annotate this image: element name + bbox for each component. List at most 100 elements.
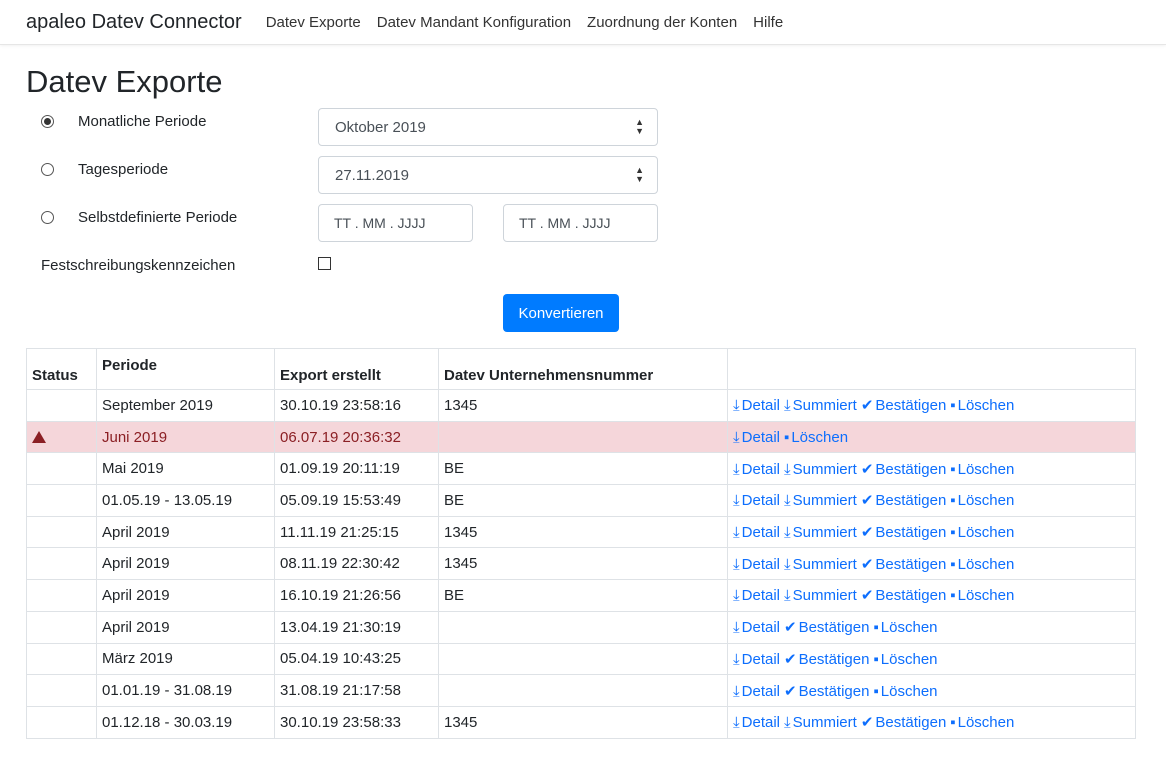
table-row: April 2019 11.11.19 21:25:15 1345 ⤓ Detail ⤓ S… [26, 515, 1136, 549]
detail-link[interactable]: ⤓ Detail [733, 683, 780, 700]
nav-link-datev-exporte[interactable]: Datev Exporte [266, 14, 361, 31]
check-icon: ✔ [860, 524, 874, 542]
cell-period: März 2019 [96, 642, 275, 676]
cell-export-created: 08.11.19 22:30:42 [274, 547, 439, 581]
detail-link[interactable]: ⤓ Detail [733, 429, 780, 446]
summary-link[interactable]: ⤓ Summiert [784, 492, 857, 509]
file-icon: ▪ [950, 492, 956, 510]
confirm-link[interactable]: ✔ Bestätigen [861, 492, 946, 509]
convert-button[interactable]: Konvertieren [503, 294, 619, 332]
warning-icon [32, 430, 46, 443]
detail-link[interactable]: ⤓ Detail [733, 397, 780, 414]
detail-link[interactable]: ⤓ Detail [733, 587, 780, 604]
download-icon: ⤓ [733, 397, 740, 415]
delete-link[interactable]: ▪ Löschen [873, 651, 937, 668]
cell-actions: ⤓ Detail ✔ Bestätigen ▪ Löschen [727, 610, 1136, 644]
summary-link[interactable]: ⤓ Summiert [784, 714, 857, 731]
cell-period: 01.01.19 - 31.08.19 [96, 674, 275, 707]
download-icon: ⤓ [733, 650, 740, 668]
monthly-period-radio[interactable] [41, 115, 54, 128]
summary-link[interactable]: ⤓ Summiert [784, 397, 857, 414]
download-icon: ⤓ [784, 714, 791, 732]
cell-status [26, 452, 97, 486]
detail-link[interactable]: ⤓ Detail [733, 492, 780, 509]
download-icon: ⤓ [784, 492, 791, 510]
cell-company-number: BE [438, 484, 728, 517]
nav-link-zuordnung-konten[interactable]: Zuordnung der Konten [587, 14, 737, 31]
delete-label: Löschen [957, 524, 1015, 542]
detail-link[interactable]: ⤓ Detail [733, 556, 780, 573]
detail-link[interactable]: ⤓ Detail [733, 524, 780, 541]
check-icon: ✔ [860, 714, 874, 732]
confirm-link[interactable]: ✔ Bestätigen [861, 587, 946, 604]
table-row: 01.01.19 - 31.08.19 31.08.19 21:17:58 ⤓ Det… [26, 674, 1136, 707]
brand-logo[interactable]: apaleo Datev Connector [26, 11, 242, 34]
summary-link[interactable]: ⤓ Summiert [784, 587, 857, 604]
check-icon: ✔ [784, 619, 797, 637]
cell-period: 01.12.18 - 30.03.19 [96, 705, 275, 739]
custom-period-radio[interactable] [41, 211, 54, 224]
daily-period-radio[interactable] [41, 163, 54, 176]
table-row: Juni 2019 06.07.19 20:36:32 ⤓ Detail ▪ Lösche… [26, 420, 1136, 454]
confirm-link[interactable]: ✔ Bestätigen [784, 683, 869, 700]
confirm-link[interactable]: ✔ Bestätigen [861, 461, 946, 478]
detail-label: Detail [741, 619, 780, 637]
cell-period: 01.05.19 - 13.05.19 [96, 484, 275, 517]
confirm-label: Bestätigen [875, 397, 947, 415]
cell-export-created: 01.09.19 20:11:19 [274, 452, 439, 486]
detail-link[interactable]: ⤓ Detail [733, 714, 780, 731]
summary-link[interactable]: ⤓ Summiert [784, 556, 857, 573]
detail-label: Detail [741, 555, 780, 573]
lock-flag-checkbox[interactable] [318, 257, 331, 270]
confirm-link[interactable]: ✔ Bestätigen [784, 651, 869, 668]
delete-link[interactable]: ▪ Löschen [873, 619, 937, 636]
detail-link[interactable]: ⤓ Detail [733, 619, 780, 636]
confirm-link[interactable]: ✔ Bestätigen [861, 524, 946, 541]
delete-link[interactable]: ▪ Löschen [950, 397, 1014, 414]
delete-link[interactable]: ▪ Löschen [784, 429, 848, 446]
detail-label: Detail [741, 587, 780, 605]
delete-link[interactable]: ▪ Löschen [873, 683, 937, 700]
file-icon: ▪ [950, 524, 956, 542]
table-row: Mai 2019 01.09.19 20:11:19 BE ⤓ Detail ⤓ Summi… [26, 452, 1136, 486]
download-icon: ⤓ [733, 524, 740, 542]
confirm-link[interactable]: ✔ Bestätigen [861, 397, 946, 414]
delete-link[interactable]: ▪ Löschen [950, 587, 1014, 604]
table-row: September 2019 30.10.19 23:58:16 1345 ⤓ Deta… [26, 389, 1136, 422]
confirm-link[interactable]: ✔ Bestätigen [784, 619, 869, 636]
summary-link[interactable]: ⤓ Summiert [784, 461, 857, 478]
confirm-label: Bestätigen [875, 714, 947, 732]
summary-link[interactable]: ⤓ Summiert [784, 524, 857, 541]
delete-link[interactable]: ▪ Löschen [950, 492, 1014, 509]
cell-export-created: 30.10.19 23:58:16 [274, 389, 439, 422]
cell-company-number: BE [438, 579, 728, 612]
download-icon: ⤓ [784, 587, 791, 605]
daily-period-select[interactable]: 27.11.2019 ▲ ▼ [318, 156, 658, 194]
detail-label: Detail [741, 714, 780, 732]
cell-actions: ⤓ Detail ⤓ Summiert ✔ Bestätigen ▪ Löschen [727, 389, 1136, 422]
cell-actions: ⤓ Detail ⤓ Summiert ✔ Bestätigen ▪ Löschen [727, 452, 1136, 486]
nav-link-hilfe[interactable]: Hilfe [753, 14, 783, 31]
confirm-link[interactable]: ✔ Bestätigen [861, 714, 946, 731]
confirm-link[interactable]: ✔ Bestätigen [861, 556, 946, 573]
detail-link[interactable]: ⤓ Detail [733, 461, 780, 478]
delete-link[interactable]: ▪ Löschen [950, 461, 1014, 478]
monthly-period-select[interactable]: Oktober 2019 ▲ ▼ [318, 108, 658, 146]
detail-label: Detail [741, 428, 780, 446]
monthly-period-value: Oktober 2019 [335, 119, 426, 136]
daily-period-label: Tagesperiode [78, 161, 169, 178]
confirm-label: Bestätigen [875, 555, 947, 573]
cell-status [26, 610, 97, 644]
delete-link[interactable]: ▪ Löschen [950, 556, 1014, 573]
nav-link-mandant-konfiguration[interactable]: Datev Mandant Konfiguration [377, 14, 571, 31]
delete-link[interactable]: ▪ Löschen [950, 714, 1014, 731]
delete-label: Löschen [957, 714, 1015, 732]
delete-label: Löschen [957, 460, 1015, 478]
confirm-label: Bestätigen [875, 524, 947, 542]
delete-link[interactable]: ▪ Löschen [950, 524, 1014, 541]
custom-start-date-input[interactable] [318, 204, 473, 242]
file-icon: ▪ [950, 714, 956, 732]
detail-link[interactable]: ⤓ Detail [733, 651, 780, 668]
custom-end-date-input[interactable] [503, 204, 658, 242]
monthly-period-label: Monatliche Periode [78, 113, 207, 130]
